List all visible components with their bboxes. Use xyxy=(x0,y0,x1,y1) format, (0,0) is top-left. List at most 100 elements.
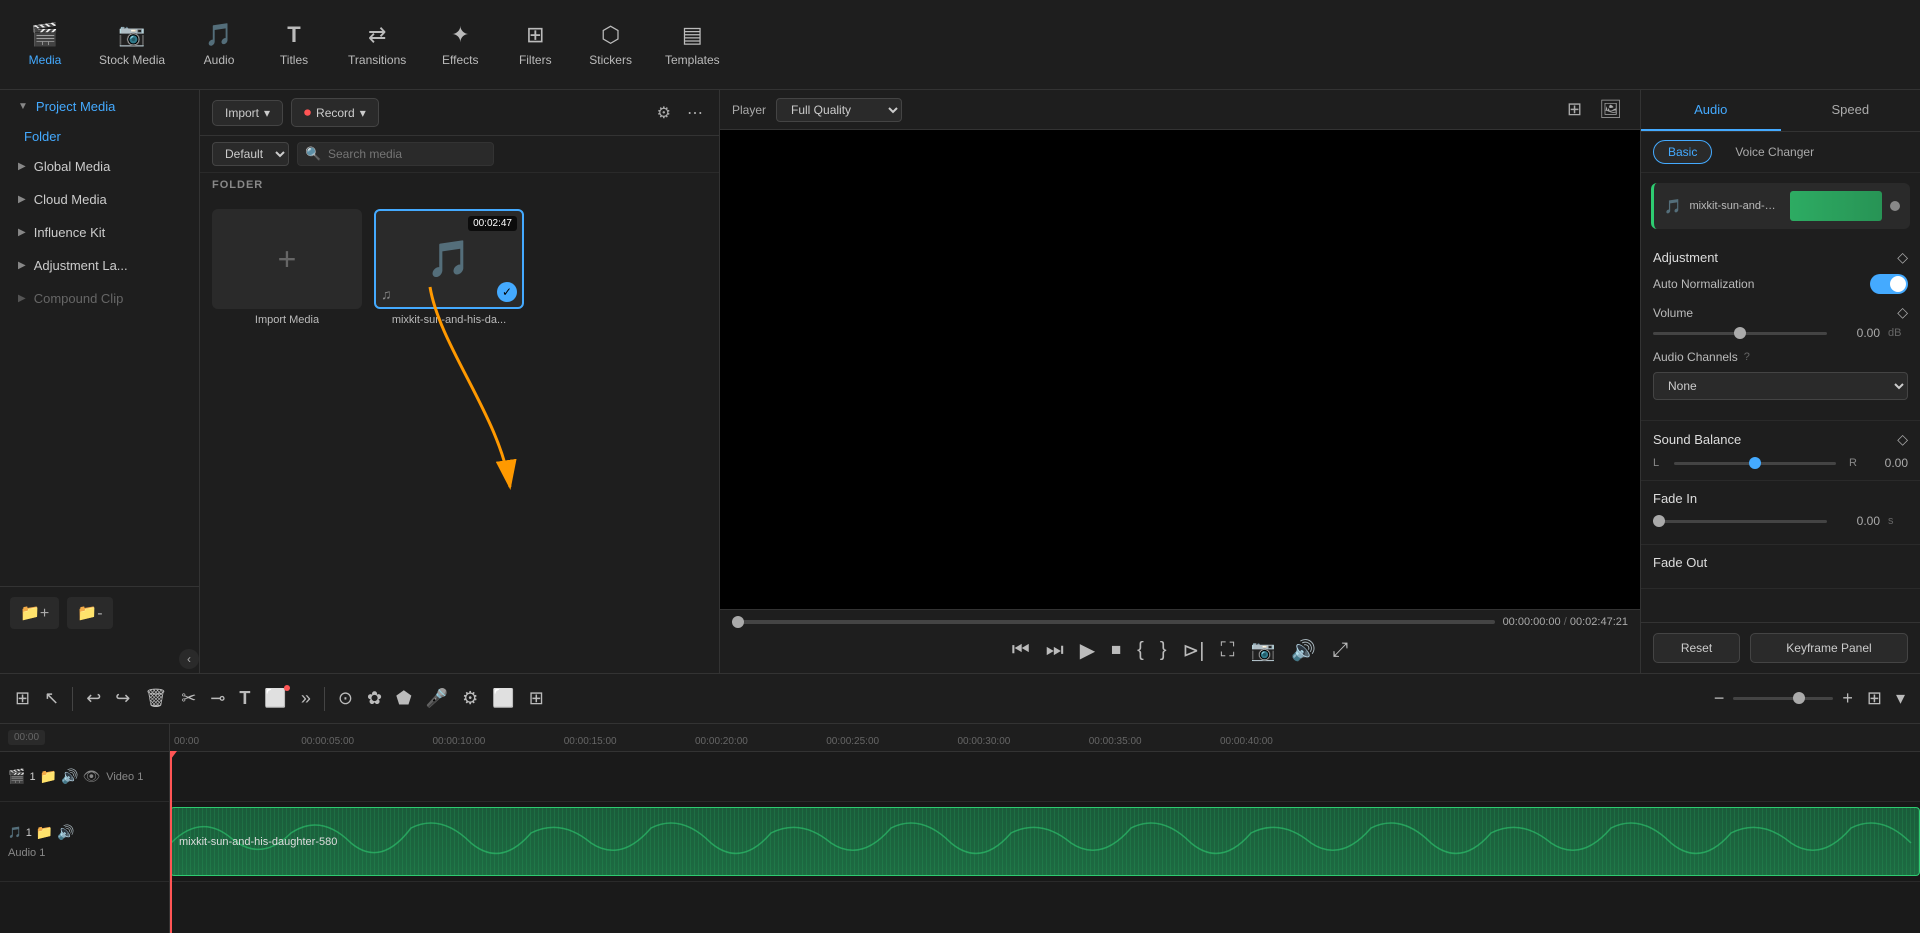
delete-button[interactable]: 🗑 xyxy=(139,683,172,714)
adjustment-diamond-button[interactable]: ◇ xyxy=(1897,249,1908,266)
screenshot-button[interactable]: 📷 xyxy=(1246,634,1279,667)
new-folder-button[interactable]: 📁+ xyxy=(10,597,59,629)
record-button[interactable]: ⏺ Record ▾ xyxy=(291,98,379,127)
image-view-button[interactable]: 🖼 xyxy=(1593,96,1628,123)
undo-button[interactable]: ↩ xyxy=(81,683,106,714)
split-button[interactable]: ⊸ xyxy=(205,683,230,714)
grid-layout-button[interactable]: ⊞ xyxy=(1862,683,1887,714)
keyframe-panel-button[interactable]: Keyframe Panel xyxy=(1750,633,1908,663)
folder-label-text: Folder xyxy=(24,129,61,144)
toolbar-item-titles[interactable]: T Titles xyxy=(259,14,329,75)
toolbar-item-media[interactable]: 🎬 Media xyxy=(10,14,80,75)
arrow-icon-influence: ▶ xyxy=(18,227,26,238)
progress-bar: 00:00:00:00 / 00:02:47:21 xyxy=(732,616,1628,628)
insert-frame-button[interactable]: ⊞ xyxy=(524,683,549,714)
sidebar-folder[interactable]: Folder xyxy=(0,123,199,150)
toolbar-item-transitions[interactable]: ⇄ Transitions xyxy=(334,14,420,75)
text-button[interactable]: T xyxy=(234,683,255,714)
toolbar-item-filters[interactable]: ⊞ Filters xyxy=(500,14,570,75)
progress-dot xyxy=(732,616,744,628)
insert-button[interactable]: ⊳| xyxy=(1179,634,1209,667)
sidebar-section-project-media[interactable]: ▼ Project Media xyxy=(6,91,193,122)
sidebar-label-adjustment: Adjustment La... xyxy=(34,258,128,273)
media-item-mixkit[interactable]: 🎵 00:02:47 ✓ ♫ mixkit-sun-and-his-da... xyxy=(374,209,524,326)
ripple-button[interactable]: ⊙ xyxy=(333,683,358,714)
brush-button[interactable]: ✿ xyxy=(362,683,387,714)
mark-out-button[interactable]: } xyxy=(1156,635,1171,666)
select-button[interactable]: ↖ xyxy=(39,683,64,714)
sidebar-section-compound[interactable]: ▶ Compound Clip xyxy=(6,283,193,314)
scene-button[interactable]: ⊞ xyxy=(10,683,35,714)
audio-clip[interactable]: mixkit-sun-and-his-daughter-580 xyxy=(170,807,1920,876)
filter-button[interactable]: ⚙ xyxy=(653,99,675,127)
video-lock-icon[interactable]: 🎬 xyxy=(8,768,25,785)
grid-view-button[interactable]: ⊞ xyxy=(1561,96,1588,123)
fullscreen-button[interactable]: ⛶ xyxy=(1216,635,1238,666)
mark-in-button[interactable]: { xyxy=(1133,635,1148,666)
import-media-thumb[interactable]: + xyxy=(212,209,362,309)
volume-diamond-button[interactable]: ◇ xyxy=(1897,304,1908,321)
playhead[interactable] xyxy=(170,752,172,933)
cut-button[interactable]: ✂ xyxy=(176,683,201,714)
more-tools-button[interactable]: » xyxy=(296,683,316,714)
video-eye-icon[interactable]: 👁 xyxy=(82,768,100,785)
sidebar-section-influence-kit[interactable]: ▶ Influence Kit xyxy=(6,217,193,248)
sidebar-collapse-btn[interactable]: ‹ xyxy=(179,649,199,669)
search-input[interactable] xyxy=(297,142,494,166)
settings-button[interactable]: ▾ xyxy=(1891,683,1910,714)
redo-button[interactable]: ↪ xyxy=(110,683,135,714)
toolbar-item-audio[interactable]: 🎵 Audio xyxy=(184,14,254,75)
tab-audio[interactable]: Audio xyxy=(1641,90,1781,131)
quality-select[interactable]: Full Quality High Quality Medium Quality… xyxy=(776,98,902,122)
timeline-settings-button[interactable]: ⚙ xyxy=(457,683,483,714)
video-mute-icon[interactable]: 🔊 xyxy=(61,768,78,785)
step-back-button[interactable]: ⏭ xyxy=(1042,635,1068,666)
sidebar-section-cloud-media[interactable]: ▶ Cloud Media xyxy=(6,184,193,215)
zoom-track[interactable] xyxy=(1733,697,1833,700)
audio-channels-select[interactable]: None Mono Stereo xyxy=(1653,372,1908,400)
toolbar-item-stock[interactable]: 📷 Stock Media xyxy=(85,14,179,75)
zoom-out-button[interactable]: − xyxy=(1709,683,1730,714)
volume-button[interactable]: 🔊 xyxy=(1287,634,1320,667)
sound-balance-diamond-button[interactable]: ◇ xyxy=(1897,431,1908,448)
crop-button[interactable]: ⬜ xyxy=(259,683,291,714)
stop-button[interactable]: ⏹ xyxy=(1107,635,1125,666)
tab-audio-label: Audio xyxy=(1694,102,1727,117)
delete-folder-button[interactable]: 📁- xyxy=(67,597,112,629)
audio-waveform-preview xyxy=(1790,191,1882,221)
timeline-area: 00:00 🎬 1 📁 🔊 👁 Video 1 🎵 1 📁 xyxy=(0,724,1920,933)
subtab-basic[interactable]: Basic xyxy=(1653,140,1712,164)
play-button[interactable]: ▶ xyxy=(1076,634,1099,667)
more-options-button[interactable]: ⋯ xyxy=(683,99,707,127)
toolbar-item-stickers[interactable]: ⬡ Stickers xyxy=(575,14,646,75)
audio-mute-icon[interactable]: 🔊 xyxy=(57,824,74,841)
subtab-voice-changer[interactable]: Voice Changer xyxy=(1720,140,1829,164)
media-item-import[interactable]: + Import Media xyxy=(212,209,362,326)
expand-button[interactable]: ⤢ xyxy=(1328,635,1352,666)
toolbar-item-templates[interactable]: ▤ Templates xyxy=(651,14,734,75)
mask-button[interactable]: ⬟ xyxy=(391,683,417,714)
subtitle-button[interactable]: ⬜ xyxy=(487,683,519,714)
rewind-button[interactable]: ⏮ xyxy=(1008,635,1034,666)
sound-balance-title: Sound Balance xyxy=(1653,432,1741,447)
mic-button[interactable]: 🎤 xyxy=(421,683,453,714)
audio-channels-help-icon[interactable]: ? xyxy=(1744,351,1750,363)
video-folder-icon[interactable]: 📁 xyxy=(40,768,57,785)
progress-track[interactable] xyxy=(732,620,1495,624)
zoom-in-button[interactable]: + xyxy=(1837,683,1858,714)
media-sort-row: Default 🔍 xyxy=(200,136,719,173)
reset-button[interactable]: Reset xyxy=(1653,633,1740,663)
import-button[interactable]: Import ▾ xyxy=(212,100,283,126)
sidebar-section-adjustment[interactable]: ▶ Adjustment La... xyxy=(6,250,193,281)
toolbar-item-effects[interactable]: ✦ Effects xyxy=(425,14,495,75)
audio-folder-icon[interactable]: 📁 xyxy=(36,824,53,841)
auto-normalization-toggle[interactable] xyxy=(1870,274,1908,294)
sound-balance-slider[interactable] xyxy=(1674,462,1836,465)
fade-in-slider[interactable] xyxy=(1653,520,1827,523)
tab-speed[interactable]: Speed xyxy=(1781,90,1920,131)
sort-select[interactable]: Default xyxy=(212,142,289,166)
sidebar-section-global-media[interactable]: ▶ Global Media xyxy=(6,151,193,182)
timeline-ruler[interactable]: 00:00 00:00:05:00 00:00:10:00 00:00:15:0… xyxy=(170,724,1920,752)
audio-media-thumb[interactable]: 🎵 00:02:47 ✓ ♫ xyxy=(374,209,524,309)
volume-slider[interactable] xyxy=(1653,332,1827,335)
